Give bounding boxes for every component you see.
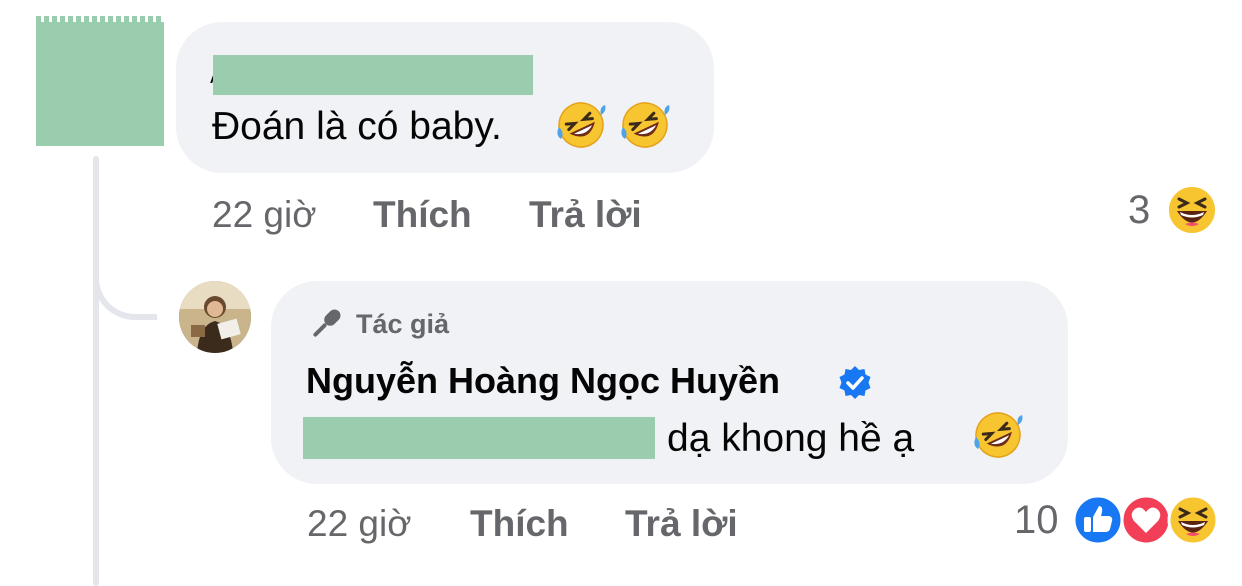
like-button[interactable]: Thích — [470, 503, 569, 545]
commenter-avatar-redacted[interactable] — [36, 16, 164, 146]
reply-button[interactable]: Trả lời — [529, 194, 642, 236]
haha-icon[interactable] — [1166, 184, 1218, 236]
thread-connector — [93, 200, 157, 320]
reaction-count[interactable]: 3 — [1128, 188, 1150, 233]
verified-badge-icon — [839, 366, 871, 399]
reaction-count[interactable]: 10 — [1014, 498, 1059, 543]
like-button[interactable]: Thích — [373, 194, 472, 236]
author-name[interactable]: Nguyễn Hoàng Ngọc Huyền — [306, 360, 780, 402]
reply-timestamp[interactable]: 22 giờ — [307, 503, 412, 545]
microphone-icon — [313, 309, 341, 337]
comment-text: Đoán là có baby. — [212, 105, 502, 148]
author-badge: Tác giả — [306, 304, 449, 344]
haha-icon[interactable] — [1167, 494, 1219, 546]
commenter-name-redacted[interactable] — [213, 55, 533, 95]
mention-redacted[interactable] — [303, 417, 655, 459]
love-icon[interactable] — [1120, 494, 1172, 546]
rolling-on-floor-laughing-icon — [557, 102, 606, 148]
rolling-on-floor-laughing-icon — [974, 412, 1023, 458]
author-badge-label: Tác giả — [356, 308, 450, 339]
reply-text: dạ khong hề ạ — [667, 417, 915, 460]
rolling-on-floor-laughing-icon — [621, 102, 670, 148]
author-avatar[interactable] — [179, 281, 251, 353]
avatar-photo — [179, 281, 251, 353]
comment-timestamp[interactable]: 22 giờ — [212, 194, 317, 236]
like-icon[interactable] — [1072, 494, 1124, 546]
reply-button[interactable]: Trả lời — [625, 503, 738, 545]
